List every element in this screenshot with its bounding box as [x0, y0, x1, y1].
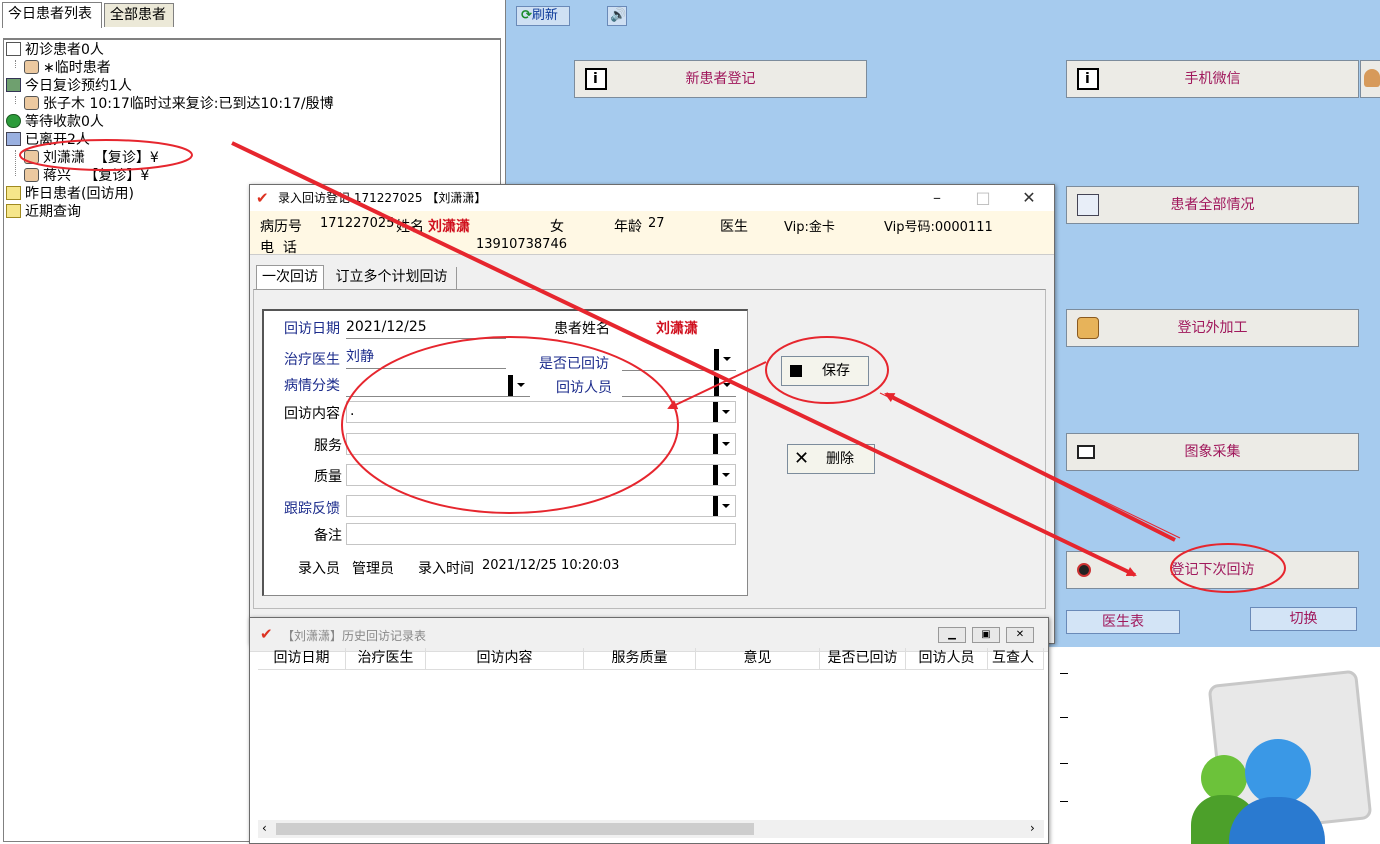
annotation-arrow-to-next-visit [231, 141, 1137, 577]
annotation-ellipse-next-visit [1170, 543, 1286, 593]
annotation-ellipse-save [765, 336, 889, 404]
annotation-layer [19, 139, 1286, 593]
annotation-arrow-to-save [884, 392, 1176, 542]
annotation-arrow-to-form [667, 361, 767, 410]
annotation-ellipse-patient [19, 139, 193, 171]
annotation-ellipse-form [341, 336, 679, 514]
tab-today-patients[interactable]: 今日患者列表 [2, 2, 102, 28]
